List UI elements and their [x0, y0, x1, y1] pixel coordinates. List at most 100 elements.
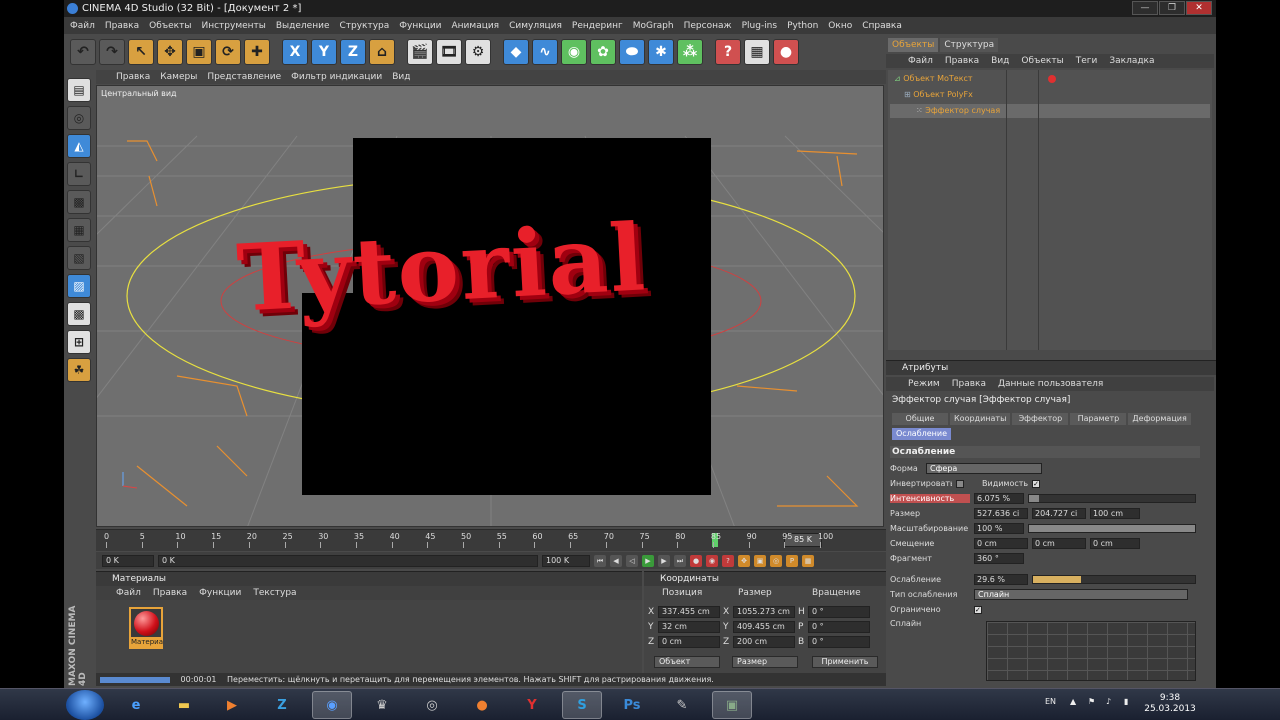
viewport-central-view[interactable]: Центральный вид Tytorial	[96, 85, 884, 527]
attributes-tab-1[interactable]: Координаты	[950, 413, 1011, 425]
menu-item-13[interactable]: Python	[787, 21, 818, 31]
axis-x-button[interactable]: X	[282, 39, 308, 65]
apply-button[interactable]: Применить	[812, 656, 878, 668]
menu-item-8[interactable]: Симуляция	[509, 21, 562, 31]
tray-show-hidden-icon[interactable]: ▲	[1070, 697, 1076, 706]
materials-menu-item-0[interactable]: Файл	[116, 588, 141, 598]
preview-range-slider[interactable]: 0 K	[158, 554, 538, 567]
go-end-icon[interactable]: ⏭	[674, 554, 686, 567]
rotate-tool-icon[interactable]: ⟳	[215, 39, 241, 65]
scale-slider[interactable]	[1028, 524, 1196, 533]
rotation-key-icon[interactable]: ◎	[770, 554, 782, 567]
coord-value-field[interactable]: 0 °	[808, 606, 870, 618]
minimize-button[interactable]: —	[1132, 1, 1158, 15]
undo-icon[interactable]: ↶	[70, 39, 96, 65]
light-icon[interactable]: ▦	[744, 39, 770, 65]
render-settings-icon[interactable]: ⚙	[465, 39, 491, 65]
cube-primitive-icon[interactable]: ◆	[503, 39, 529, 65]
coord-value-field[interactable]: 32 cm	[658, 621, 720, 633]
offset-x-field[interactable]: 0 cm	[974, 538, 1028, 549]
maximize-button[interactable]: ❐	[1159, 1, 1185, 15]
move-tool-icon[interactable]: ✥	[157, 39, 183, 65]
menu-item-11[interactable]: Персонаж	[684, 21, 732, 31]
attributes-tab-0[interactable]: Общие	[892, 413, 948, 425]
prev-key-icon[interactable]: ◀	[610, 554, 622, 567]
polygons-mode-icon[interactable]: ▧	[67, 246, 91, 270]
materials-menu-item-2[interactable]: Функции	[199, 588, 241, 598]
viewport-menu-item-3[interactable]: Фильтр индикации	[291, 72, 382, 82]
camera-icon[interactable]: ?	[715, 39, 741, 65]
attributes-menu-item-0[interactable]: Режим	[908, 379, 940, 389]
coord-value-field[interactable]: 0 °	[808, 621, 870, 633]
offset-y-field[interactable]: 0 cm	[1032, 538, 1086, 549]
object-menu-item-4[interactable]: Теги	[1076, 56, 1098, 66]
tab-objects[interactable]: Объекты	[888, 38, 939, 52]
photoshop-icon[interactable]: Ps	[612, 691, 652, 719]
size-x-field[interactable]: 527.636 сі	[974, 508, 1028, 519]
go-start-icon[interactable]: ⏮	[594, 554, 606, 567]
attributes-tab-2[interactable]: Эффектор	[1012, 413, 1069, 425]
snap-icon[interactable]: ▩	[67, 302, 91, 326]
language-indicator[interactable]: EN	[1045, 697, 1056, 706]
attributes-tab-3[interactable]: Параметр	[1070, 413, 1127, 425]
coord-mode-size-dropdown[interactable]: Размер	[732, 656, 798, 668]
steam-icon[interactable]: ◎	[412, 691, 452, 719]
coord-value-field[interactable]: 200 cm	[733, 636, 795, 648]
object-menu-item-5[interactable]: Закладка	[1109, 56, 1154, 66]
locked-workplane-icon[interactable]: ⊞	[67, 330, 91, 354]
intensity-field[interactable]: 6.075 %	[974, 493, 1024, 504]
size-y-field[interactable]: 204.727 сі	[1032, 508, 1086, 519]
camtasia-icon[interactable]: ▣	[712, 691, 752, 719]
sculpt-icon[interactable]: ☘	[67, 358, 91, 382]
menu-item-1[interactable]: Правка	[105, 21, 139, 31]
object-mode-icon[interactable]: ▨	[67, 274, 91, 298]
close-button[interactable]: ✕	[1186, 1, 1212, 15]
menu-item-3[interactable]: Инструменты	[201, 21, 265, 31]
menu-item-2[interactable]: Объекты	[149, 21, 191, 31]
fragment-field[interactable]: 360 °	[974, 553, 1024, 564]
edges-mode-icon[interactable]: ▦	[67, 218, 91, 242]
live-select-icon[interactable]: ✚	[244, 39, 270, 65]
material-tag-icon[interactable]	[1048, 75, 1056, 83]
coordinate-system-icon[interactable]: ⌂	[369, 39, 395, 65]
falloff-slider[interactable]	[1032, 575, 1196, 584]
cinema4d-taskbar-icon[interactable]: ◉	[312, 691, 352, 719]
point-key-icon[interactable]: ▦	[802, 554, 814, 567]
tab-falloff[interactable]: Ослабление	[892, 428, 952, 440]
sphere-render-icon[interactable]: ●	[773, 39, 799, 65]
tray-volume-icon[interactable]: ♪	[1106, 697, 1111, 706]
viewport-menu-item-4[interactable]: Вид	[392, 72, 410, 82]
workplane-icon[interactable]: ∟	[67, 162, 91, 186]
attributes-menu-item-1[interactable]: Правка	[952, 379, 986, 389]
size-z-field[interactable]: 100 cm	[1090, 508, 1140, 519]
timeline-ruler[interactable]: 85 K 0 5 10 15 20 25 30 35 40 45 50 55 60 65 70 75 80 85 9…	[96, 529, 886, 551]
menu-item-15[interactable]: Справка	[862, 21, 902, 31]
menu-item-9[interactable]: Рендеринг	[572, 21, 623, 31]
keyframe-selection-icon[interactable]: ?	[722, 554, 734, 567]
zona-icon[interactable]: Z	[262, 691, 302, 719]
object-menu-item-1[interactable]: Правка	[945, 56, 979, 66]
menu-item-12[interactable]: Plug-ins	[742, 21, 778, 31]
menu-item-4[interactable]: Выделение	[276, 21, 330, 31]
coord-value-field[interactable]: 0 °	[808, 636, 870, 648]
coord-value-field[interactable]: 337.455 cm	[658, 606, 720, 618]
object-row-motext[interactable]: ⊿ Объект MoТекст	[890, 72, 1210, 86]
materials-menu-item-3[interactable]: Текстура	[253, 588, 296, 598]
model-mode-icon[interactable]: ▤	[67, 78, 91, 102]
scale-field[interactable]: 100 %	[974, 523, 1024, 534]
mograph-text-object[interactable]: Tytorial	[234, 203, 649, 332]
menu-item-7[interactable]: Анимация	[452, 21, 500, 31]
axis-z-button[interactable]: Z	[340, 39, 366, 65]
tray-flag-icon[interactable]: ⚑	[1088, 697, 1095, 706]
redo-icon[interactable]: ↷	[99, 39, 125, 65]
limited-checkbox[interactable]: ✓	[974, 605, 982, 614]
attributes-tab-4[interactable]: Деформация	[1128, 413, 1191, 425]
skype-icon[interactable]: S	[562, 691, 602, 719]
menu-item-14[interactable]: Окно	[828, 21, 852, 31]
firefox-icon[interactable]: ●	[462, 691, 502, 719]
next-key-icon[interactable]: ▶	[658, 554, 670, 567]
menu-item-0[interactable]: Файл	[70, 21, 95, 31]
play-back-icon[interactable]: ◁	[626, 554, 638, 567]
menu-item-6[interactable]: Функции	[399, 21, 441, 31]
menu-item-5[interactable]: Структура	[339, 21, 389, 31]
